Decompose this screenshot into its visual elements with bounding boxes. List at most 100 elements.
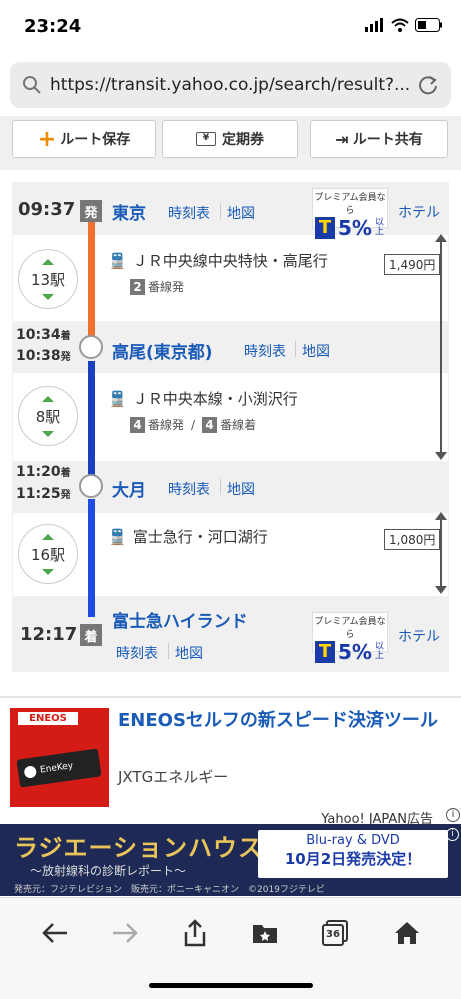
arrival-kind: 着	[60, 331, 71, 342]
tpoint-ad[interactable]: プレミアム会員なら T 5% 以上	[312, 188, 388, 240]
arrow-down-icon	[435, 452, 447, 460]
fare-range-line-1	[440, 238, 442, 456]
station-name-otsuki[interactable]: 大月	[112, 476, 146, 501]
wifi-icon	[391, 18, 409, 32]
tpoint-logo-icon: T	[315, 641, 336, 663]
arrival-time: 12:17	[20, 624, 78, 645]
banner-ad[interactable]: ラジエーションハウス ～放射線科の診断レポート～ Blu-ray & DVD 1…	[0, 824, 461, 896]
home-indicator	[149, 983, 313, 988]
map-link[interactable]: 地図	[175, 643, 203, 663]
train-line-2: 🚆 ＪＲ中央本線・小渕沢行	[108, 388, 298, 409]
banner-release-date: 10月2日発売決定！	[284, 850, 422, 868]
tpoint-suffix: 以上	[374, 642, 384, 661]
train-name: ＪＲ中央本線・小渕沢行	[132, 390, 298, 408]
map-link[interactable]: 地図	[227, 203, 255, 223]
share-icon[interactable]	[180, 918, 210, 948]
battery-icon	[415, 18, 442, 32]
ad-image[interactable]: ENEOS EneKey	[10, 708, 109, 807]
stop-count-label: 8駅	[35, 407, 61, 426]
hotel-link-fujikyu[interactable]: ホテル	[398, 626, 440, 646]
expand-up-icon	[42, 258, 54, 265]
map-link[interactable]: 地図	[302, 341, 330, 361]
banner-release-box: Blu-ray & DVD 10月2日発売決定！	[258, 830, 448, 878]
ad-title[interactable]: ENEOSセルフの新スピード決済ツール	[118, 708, 453, 734]
departure-time-value: 10:38	[16, 348, 61, 364]
back-icon[interactable]	[40, 918, 70, 948]
link-separator	[295, 341, 296, 357]
station-name-takao[interactable]: 高尾(東京都)	[112, 338, 213, 363]
commuter-pass-button[interactable]: ¥ 定期券	[162, 120, 298, 158]
forward-icon[interactable]	[110, 918, 140, 948]
banner-credit: 発売元：フジテレビジョン 販売元：ポニーキャニオン ©2019フジテレビ	[14, 885, 325, 895]
train-line-3: 🚆 富士急行・河口湖行	[108, 526, 268, 547]
platform-info-2: 4 番線発 / 4 番線着	[130, 416, 256, 433]
train-icon: 🚆	[108, 252, 127, 270]
banner-subtitle: ～放射線科の診断レポート～	[30, 864, 187, 878]
save-route-label: ルート保存	[60, 132, 131, 148]
banner-title: ラジエーションハウス	[14, 834, 264, 862]
expand-down-icon	[42, 430, 54, 437]
tpoint-suffix: 以上	[374, 218, 384, 237]
reload-icon[interactable]	[417, 74, 439, 96]
tab-count: 36	[322, 924, 344, 946]
hotel-link-tokyo[interactable]: ホテル	[398, 202, 440, 222]
departure-time: 11:25発	[16, 486, 71, 502]
platform-number: 4	[202, 416, 218, 433]
fare-range-line-2	[440, 516, 442, 590]
pass-icon: ¥	[196, 132, 216, 146]
status-icons	[365, 18, 443, 32]
timetable-link[interactable]: 時刻表	[168, 479, 210, 499]
save-route-button[interactable]: + ルート保存	[12, 120, 156, 158]
train-icon: 🚆	[108, 390, 127, 408]
banner-info-icon[interactable]: i	[446, 828, 459, 841]
timetable-link[interactable]: 時刻表	[168, 203, 210, 223]
departure-badge: 発	[80, 200, 102, 222]
link-separator	[168, 643, 169, 659]
expand-down-icon	[42, 568, 54, 575]
departure-kind: 発	[60, 490, 71, 501]
share-route-button[interactable]: ⇥ ルート共有	[310, 120, 448, 158]
train-name: ＪＲ中央線中央特快・高尾行	[132, 252, 328, 270]
divider	[0, 696, 461, 698]
link-separator	[220, 203, 221, 219]
plus-icon: +	[37, 126, 57, 152]
tabs-icon[interactable]: 36	[320, 918, 350, 948]
departure-kind: 発	[60, 352, 71, 363]
share-icon: ⇥	[335, 129, 349, 149]
expand-down-icon	[42, 293, 54, 300]
platform-label: 番線発	[148, 418, 185, 432]
arrival-time: 10:34着	[16, 327, 71, 343]
stop-count-1[interactable]: 13駅	[18, 249, 78, 309]
route-line-fujikyu	[88, 499, 95, 617]
stop-count-label: 13駅	[30, 270, 66, 289]
arrival-time-value: 10:34	[16, 327, 61, 343]
train-line-1: 🚆 ＪＲ中央線中央特快・高尾行	[108, 250, 328, 271]
platform-label: 番線発	[148, 280, 185, 294]
address-bar[interactable]: https://transit.yahoo.co.jp/search/resul…	[10, 62, 451, 108]
tpoint-logo-icon: T	[315, 217, 336, 239]
departure-time: 09:37	[18, 199, 76, 220]
stop-count-3[interactable]: 16駅	[18, 524, 78, 584]
share-route-label: ルート共有	[352, 132, 423, 148]
timetable-link[interactable]: 時刻表	[116, 643, 158, 663]
platform-number: 4	[130, 416, 145, 433]
train-name: 富士急行・河口湖行	[132, 528, 268, 546]
ad-info-icon[interactable]: i	[446, 808, 460, 822]
banner-format: Blu-ray & DVD	[306, 833, 400, 848]
station-name-tokyo[interactable]: 東京	[112, 199, 146, 224]
transfer-node	[79, 474, 103, 498]
tpoint-ad[interactable]: プレミアム会員なら T 5% 以上	[312, 612, 388, 664]
arrival-time: 11:20着	[16, 464, 71, 480]
timetable-link[interactable]: 時刻表	[244, 341, 286, 361]
tpoint-top-text: プレミアム会員なら	[314, 193, 386, 216]
enekey-logo-icon	[23, 765, 38, 779]
map-link[interactable]: 地図	[227, 479, 255, 499]
stop-count-2[interactable]: 8駅	[18, 386, 78, 446]
url-text: https://transit.yahoo.co.jp/search/resul…	[50, 75, 411, 95]
home-icon[interactable]	[392, 918, 422, 948]
station-name-fujikyu-highland[interactable]: 富士急ハイランド	[112, 607, 248, 632]
arrival-kind: 着	[60, 468, 71, 479]
expand-up-icon	[42, 395, 54, 402]
platform-label: 番線着	[220, 418, 257, 432]
bookmarks-icon[interactable]	[250, 918, 280, 948]
